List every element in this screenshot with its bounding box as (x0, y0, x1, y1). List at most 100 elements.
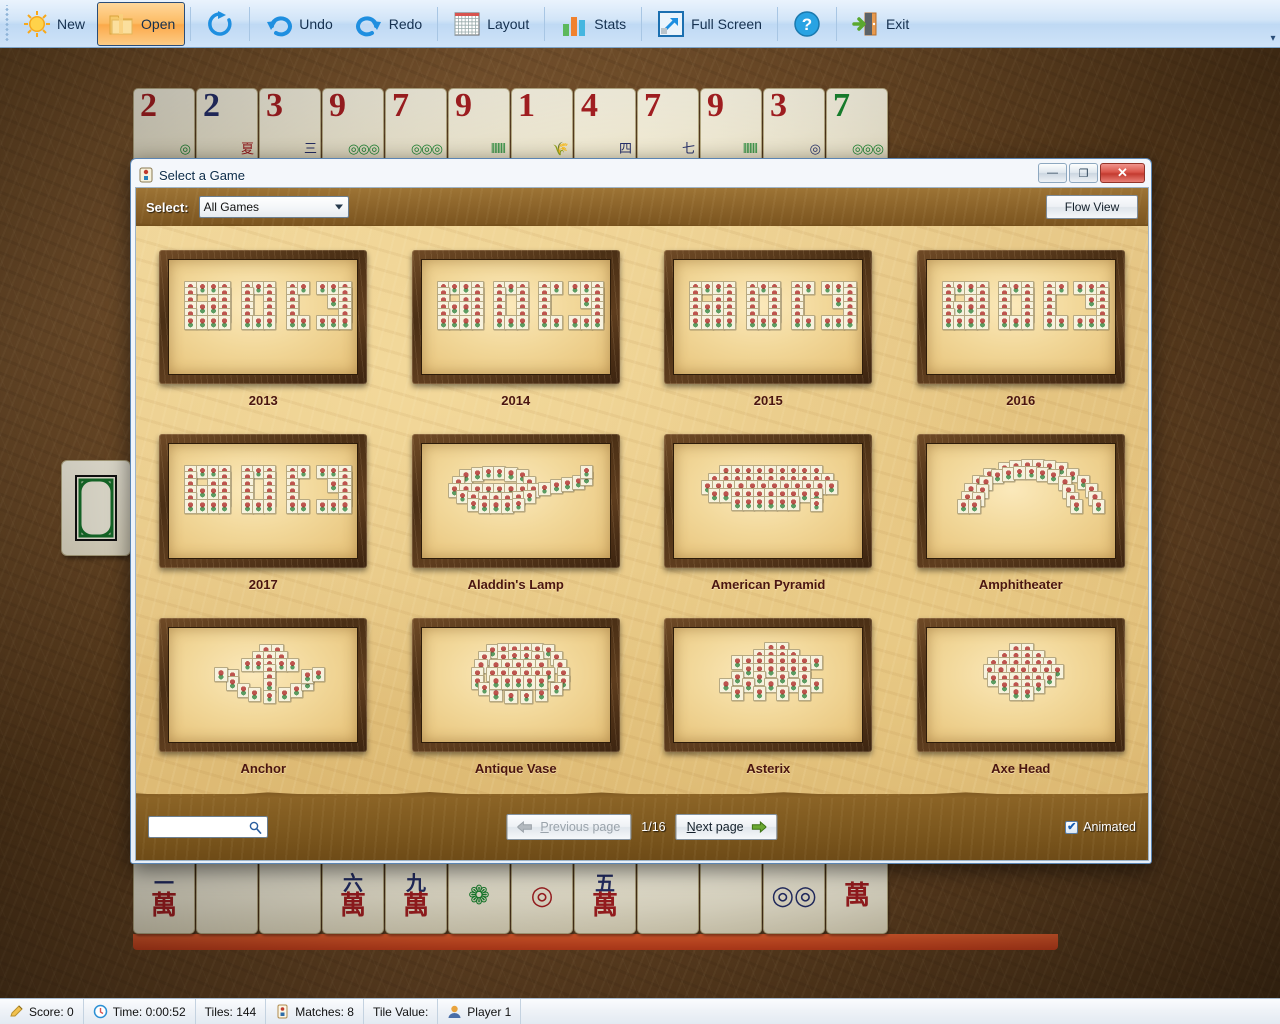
preview-mini-tile (809, 497, 823, 513)
game-thumbnail[interactable]: Anchor (154, 618, 373, 794)
toolbar-separator (776, 6, 778, 41)
toolbar-button-restart[interactable] (196, 2, 244, 46)
toolbar-button-label: New (57, 15, 86, 32)
game-thumbnail[interactable]: 2014 (407, 250, 626, 426)
pagination: Previous page 1/16 Next page (506, 814, 778, 840)
status-cell-tiles: Tiles: 144 (196, 998, 267, 1024)
game-thumbnail[interactable]: Amphitheater (912, 434, 1131, 610)
game-thumbnail[interactable]: 2017 (154, 434, 373, 610)
game-tile-icon (139, 167, 153, 183)
close-button[interactable]: ✕ (1100, 163, 1145, 183)
thumbnail-label: 2014 (501, 393, 531, 408)
preview-mini-tile (1092, 498, 1106, 514)
thumbnail-frame (917, 250, 1125, 384)
preview-mini-tile (775, 686, 789, 701)
magnifier-icon (249, 821, 262, 834)
game-thumbnail[interactable]: 2016 (912, 250, 1131, 426)
game-grid-area: 2013 2014 2015 2016 2017 Aladdin's Lamp Americ… (136, 226, 1148, 794)
help-question-icon: ? (793, 10, 821, 38)
status-cell-text: Score: 0 (29, 1004, 74, 1019)
toolbar-button-undo[interactable]: Undo (255, 2, 342, 46)
status-cell-text: Time: 0:00:52 (112, 1004, 186, 1019)
preview-mini-tile (338, 498, 352, 514)
game-thumbnail[interactable]: 2015 (659, 250, 878, 426)
toolbar-grip[interactable] (2, 4, 12, 43)
main-toolbar: New Open Undo Redo Layout Stats Full Screen? Ex… (0, 0, 1280, 48)
toolbar-button-redo[interactable]: Redo (345, 2, 432, 46)
minimize-button[interactable]: — (1038, 163, 1067, 183)
preview-mini-tile (824, 480, 838, 496)
preview-mini-tile (312, 666, 326, 682)
preview-mini-tile (523, 489, 537, 505)
thumbnail-frame (412, 618, 620, 752)
undo-arrow-icon (265, 10, 293, 38)
toolbar-separator (544, 6, 546, 41)
status-cell-text: Player 1 (467, 1004, 512, 1019)
preview-mini-tile (802, 314, 816, 330)
game-thumbnail[interactable]: Axe Head (912, 618, 1131, 794)
thumbnail-preview (673, 627, 864, 743)
thumbnail-frame (159, 434, 367, 568)
toolbar-button-new[interactable]: New (13, 2, 95, 46)
toolbar-button-open[interactable]: Open (97, 1, 186, 46)
dialog-title: Select a Game (159, 167, 245, 183)
status-cell-score: Score: 0 (0, 998, 84, 1024)
thumbnail-label: 2013 (248, 393, 278, 408)
thumbnail-preview (925, 627, 1116, 743)
restart-icon (206, 10, 234, 38)
status-cell-text: Tile Value: (372, 1004, 429, 1019)
thumbnail-label: American Pyramid (711, 577, 826, 592)
game-thumbnail[interactable]: American Pyramid (659, 434, 878, 610)
animated-toggle[interactable]: ✔ Animated (1065, 820, 1136, 834)
status-cell-matches: Matches: 8 (266, 998, 364, 1024)
status-cell-text: Tiles: 144 (204, 1004, 257, 1019)
toolbar-separator (641, 6, 643, 41)
thumbnail-label: 2017 (248, 577, 278, 592)
svg-text:?: ? (802, 15, 812, 34)
preview-mini-tile (297, 280, 311, 296)
dialog-bottom-bar: Previous page 1/16 Next page ✔ Animated (136, 794, 1148, 860)
preview-mini-tile (723, 314, 737, 330)
toolbar-button-full-screen[interactable]: Full Screen (647, 2, 772, 46)
preview-mini-tile (579, 464, 593, 480)
grid-layout-icon (453, 10, 481, 38)
thumbnail-frame (159, 618, 367, 752)
game-thumbnail[interactable]: Aladdin's Lamp (407, 434, 626, 610)
search-box[interactable] (148, 816, 268, 838)
toolbar-button-layout[interactable]: Layout (443, 2, 539, 46)
search-input[interactable] (153, 820, 249, 834)
maximize-button[interactable]: ❐ (1069, 163, 1098, 183)
game-thumbnail[interactable]: Asterix (659, 618, 878, 794)
game-thumbnail[interactable]: 2013 (154, 250, 373, 426)
preview-mini-tile (753, 686, 767, 701)
game-thumbnail[interactable]: Antique Vase (407, 618, 626, 794)
preview-mini-tile (263, 689, 277, 705)
thumbnail-label: Anchor (240, 761, 287, 776)
thumbnail-label: Asterix (746, 761, 791, 776)
flow-view-button[interactable]: Flow View (1046, 195, 1138, 219)
folder-icon (107, 10, 135, 38)
thumbnail-frame (917, 434, 1125, 568)
thumbnail-frame (159, 250, 367, 384)
next-page-button[interactable]: Next page (675, 814, 778, 840)
preview-mini-tile (248, 687, 262, 703)
thumbnail-frame (664, 250, 872, 384)
preview-mini-tile (515, 314, 529, 330)
thumbnail-preview (420, 627, 611, 743)
dialog-titlebar[interactable]: Select a Game — ❐ ✕ (135, 163, 1147, 187)
game-filter-dropdown[interactable]: All Games (198, 196, 349, 218)
toolbar-overflow-button[interactable]: ▾ (1266, 2, 1280, 46)
toolbar-button-help-question[interactable]: ? (783, 2, 831, 46)
status-bar: Score: 0 Time: 0:00:52 Tiles: 144 Matches: … (0, 998, 1280, 1024)
animated-checkbox[interactable]: ✔ (1065, 820, 1079, 834)
preview-mini-tile (1054, 314, 1068, 330)
thumbnail-frame (917, 618, 1125, 752)
status-cell-tile-value: Tile Value: (364, 998, 439, 1024)
thumbnail-preview (420, 443, 611, 559)
toolbar-button-stats[interactable]: Stats (550, 2, 636, 46)
previous-page-button[interactable]: Previous page (506, 814, 632, 840)
preview-mini-tile (1069, 498, 1083, 514)
preview-mini-tile (1020, 314, 1034, 330)
toolbar-button-exit[interactable]: Exit (842, 2, 919, 46)
preview-mini-tile (843, 314, 857, 330)
